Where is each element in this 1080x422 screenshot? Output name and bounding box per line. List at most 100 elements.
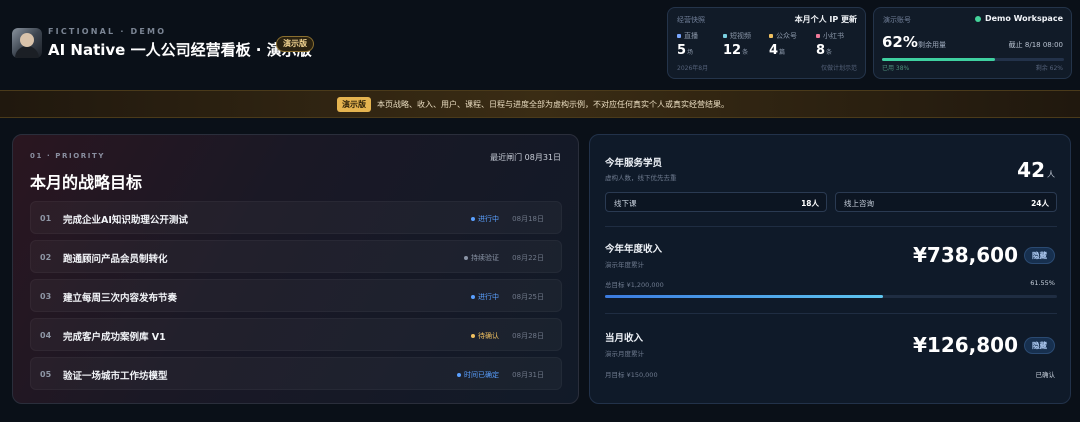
ip-stat-item: 小红书 8条 — [816, 31, 844, 58]
workspace-progress-fill — [882, 58, 995, 61]
hide-annual-button[interactable]: 隐藏 — [1024, 247, 1055, 264]
annual-progress-bar — [605, 295, 1057, 298]
monthly-revenue: ¥126,800 — [912, 333, 1018, 357]
offline-students-box: 线下课 18人 — [605, 192, 827, 212]
workspace-name: Demo Workspace — [984, 14, 1063, 23]
workspace-title: Demo Workspace — [974, 14, 1063, 23]
ip-stat-marker-icon — [677, 34, 681, 38]
status-dot-icon — [464, 256, 468, 260]
ip-stat-label: 直播 — [677, 31, 698, 41]
divider — [605, 313, 1057, 314]
goal-number: 05 — [40, 370, 52, 379]
goal-status-label: 进行中 — [478, 293, 499, 301]
ip-stat-name: 小红书 — [823, 32, 844, 40]
students-title: 今年服务学员 — [605, 158, 663, 169]
ip-stat-number: 8 — [816, 43, 826, 58]
online-label: 线上咨询 — [844, 199, 874, 208]
strategy-goals-panel: 01 · PRIORITY 本月的战略目标 最近闸门 08月31日 01 完成企业… — [12, 134, 579, 404]
ip-stat-marker-icon — [816, 34, 820, 38]
page-title: AI Native 一人公司经营看板 · 演示版 — [48, 41, 312, 59]
workspace-card[interactable]: 演示账号 Demo Workspace 62% 剩余用量 截止 8/18 08:… — [873, 7, 1072, 79]
ip-stat-marker-icon — [723, 34, 727, 38]
ip-card-label: 经营快照 — [677, 16, 705, 24]
goal-status-label: 进行中 — [478, 215, 499, 223]
ip-stat-value: 5场 — [677, 43, 698, 58]
students-count: 42 人 — [1017, 158, 1055, 182]
ip-stat-item: 直播 5场 — [677, 31, 698, 58]
goal-date: 08月18日 — [512, 215, 544, 223]
goal-name: 完成企业AI知识助理公开测试 — [63, 215, 188, 226]
monthly-target: 月目标 ¥150,000 — [605, 371, 658, 379]
ip-card-footer-right: 仅做计划示范 — [820, 65, 857, 72]
banner-tag: 演示版 — [337, 97, 371, 112]
goal-status-label: 持续验证 — [471, 254, 499, 262]
workspace-percent-label: 剩余用量 — [918, 41, 946, 49]
section-title: 本月的战略目标 — [30, 173, 143, 192]
monthly-title: 当月收入 — [605, 333, 644, 344]
section-kicker: 01 · PRIORITY — [30, 152, 105, 160]
ip-update-card[interactable]: 经营快照 本月个人 IP 更新 直播 5场 短视频 12条 公众号 4篇 小红书 8条 202… — [667, 7, 866, 79]
offline-label: 线下课 — [614, 199, 637, 208]
monthly-subtitle: 演示月度累计 — [605, 350, 644, 358]
ip-stat-value: 12条 — [723, 43, 751, 58]
ip-stat-number: 12 — [723, 43, 742, 58]
status-dot-icon — [974, 15, 981, 22]
goal-number: 01 — [40, 214, 52, 223]
ip-card-footer-left: 2026年8月 — [677, 65, 709, 72]
ip-stat-name: 公众号 — [776, 32, 797, 40]
goal-number: 04 — [40, 331, 52, 340]
workspace-remaining: 剩余 62% — [1035, 65, 1063, 72]
avatar[interactable] — [12, 28, 42, 58]
workspace-used: 已用 38% — [882, 65, 910, 72]
annual-target: 总目标 ¥1,200,000 — [605, 281, 664, 289]
goal-name: 建立每周三次内容发布节奏 — [63, 293, 178, 304]
goal-row[interactable]: 04 完成客户成功案例库 V1 待确认 08月28日 — [30, 318, 562, 351]
divider — [605, 226, 1057, 227]
goal-name: 跑通顾问产品会员制转化 — [63, 254, 168, 265]
offline-value: 18人 — [801, 199, 819, 208]
demo-notice-banner: 演示版 本页战略、收入、用户、课程、日程与进度全部为虚构示例，不对应任何真实个人… — [0, 90, 1080, 118]
workspace-date: 截止 8/18 08:00 — [1008, 41, 1063, 49]
status-dot-icon — [471, 334, 475, 338]
ip-stat-unit: 篇 — [779, 49, 786, 56]
students-unit: 人 — [1047, 170, 1055, 179]
goal-number: 02 — [40, 253, 52, 262]
annual-revenue: ¥738,600 — [912, 243, 1018, 267]
goal-row[interactable]: 03 建立每周三次内容发布节奏 进行中 08月25日 — [30, 279, 562, 312]
annual-subtitle: 演示年度累计 — [605, 261, 644, 269]
annual-progress-fill — [605, 295, 884, 298]
goal-row[interactable]: 02 跑通顾问产品会员制转化 持续验证 08月22日 — [30, 240, 562, 273]
goal-status: 进行中 — [471, 214, 499, 224]
goal-name: 验证一场城市工作坊模型 — [63, 371, 168, 382]
goal-status: 时间已确定 — [457, 370, 499, 380]
goal-date: 08月25日 — [512, 293, 544, 301]
workspace-progress-bar — [882, 58, 1064, 61]
goal-date: 08月22日 — [512, 254, 544, 262]
ip-stat-unit: 条 — [742, 49, 749, 56]
status-dot-icon — [471, 295, 475, 299]
goal-row[interactable]: 05 验证一场城市工作坊模型 时间已确定 08月31日 — [30, 357, 562, 390]
demo-badge: 演示版 — [276, 36, 314, 52]
annual-percent: 61.55% — [1030, 279, 1055, 287]
workspace-label: 演示账号 — [883, 16, 911, 24]
ip-stat-value: 4篇 — [769, 43, 797, 58]
students-subtitle: 虚构人数，线下优先去重 — [605, 174, 677, 182]
annual-title: 今年年度收入 — [605, 244, 663, 255]
goal-date: 08月28日 — [512, 332, 544, 340]
deadline-text: 最近闸门 08月31日 — [490, 153, 561, 162]
students-value: 42 — [1017, 158, 1045, 182]
goal-name: 完成客户成功案例库 V1 — [63, 332, 166, 343]
ip-stat-unit: 条 — [826, 49, 833, 56]
goal-status: 待确认 — [471, 331, 499, 341]
ip-stat-name: 短视频 — [730, 32, 751, 40]
goal-row[interactable]: 01 完成企业AI知识助理公开测试 进行中 08月18日 — [30, 201, 562, 234]
brand-kicker: FICTIONAL · DEMO — [48, 27, 167, 36]
goal-status-label: 待确认 — [478, 332, 499, 340]
ip-stat-marker-icon — [769, 34, 773, 38]
goal-status: 持续验证 — [464, 253, 499, 263]
stats-panel: 今年服务学员 虚构人数，线下优先去重 42 人 线下课 18人 线上咨询 24人 … — [589, 134, 1071, 404]
hide-monthly-button[interactable]: 隐藏 — [1024, 337, 1055, 354]
status-dot-icon — [471, 217, 475, 221]
ip-stat-number: 5 — [677, 43, 687, 58]
ip-stat-label: 短视频 — [723, 31, 751, 41]
